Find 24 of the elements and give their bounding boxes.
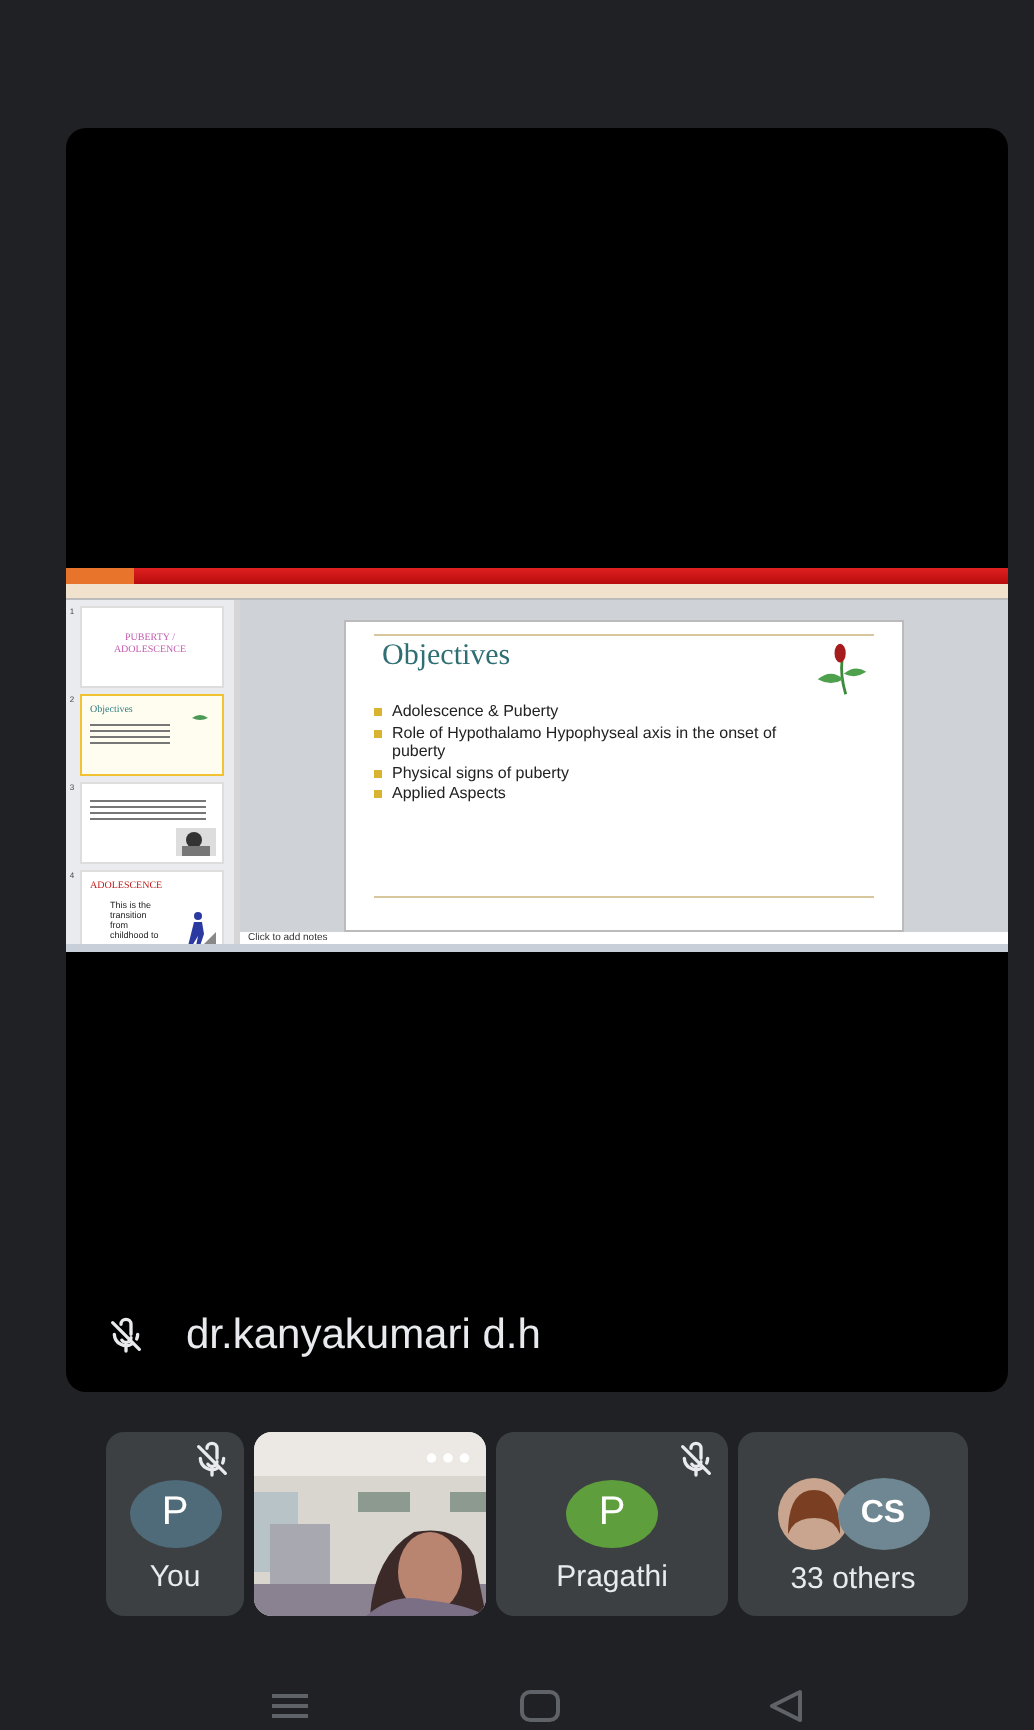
back-icon[interactable] — [768, 1690, 804, 1722]
bullet-icon — [374, 729, 382, 738]
participant-tile[interactable]: P Pragathi — [496, 1432, 728, 1616]
bullet-text: Adolescence & Puberty — [392, 702, 561, 722]
participant-count: 33 others — [790, 1561, 916, 1595]
slide-thumbnail[interactable] — [80, 782, 224, 864]
menu-icon[interactable] — [270, 1692, 310, 1720]
figure-icon — [188, 910, 216, 944]
avatar: P — [566, 1479, 658, 1547]
avatar — [777, 1477, 849, 1549]
bullet-icon — [374, 769, 382, 778]
bullet-icon — [374, 790, 382, 799]
participant-tile[interactable]: P You — [106, 1432, 244, 1616]
speaker-name: dr.kanyakumari d.h — [186, 1312, 541, 1360]
bullet-text: Role of Hypothalamo Hypophyseal axis in the onset of puberty — [392, 723, 779, 762]
bullet-icon — [374, 708, 382, 716]
bullet-text: Applied Aspects — [392, 784, 508, 804]
participant-name: Pragathi — [556, 1559, 668, 1593]
avatar: CS — [837, 1477, 929, 1549]
participant-name: You — [149, 1559, 201, 1593]
participant-tile[interactable]: CS 33 others — [738, 1432, 968, 1616]
avatar: P — [129, 1479, 221, 1547]
home-icon[interactable] — [519, 1690, 559, 1722]
bullet-text: Physical signs of puberty — [392, 763, 571, 783]
